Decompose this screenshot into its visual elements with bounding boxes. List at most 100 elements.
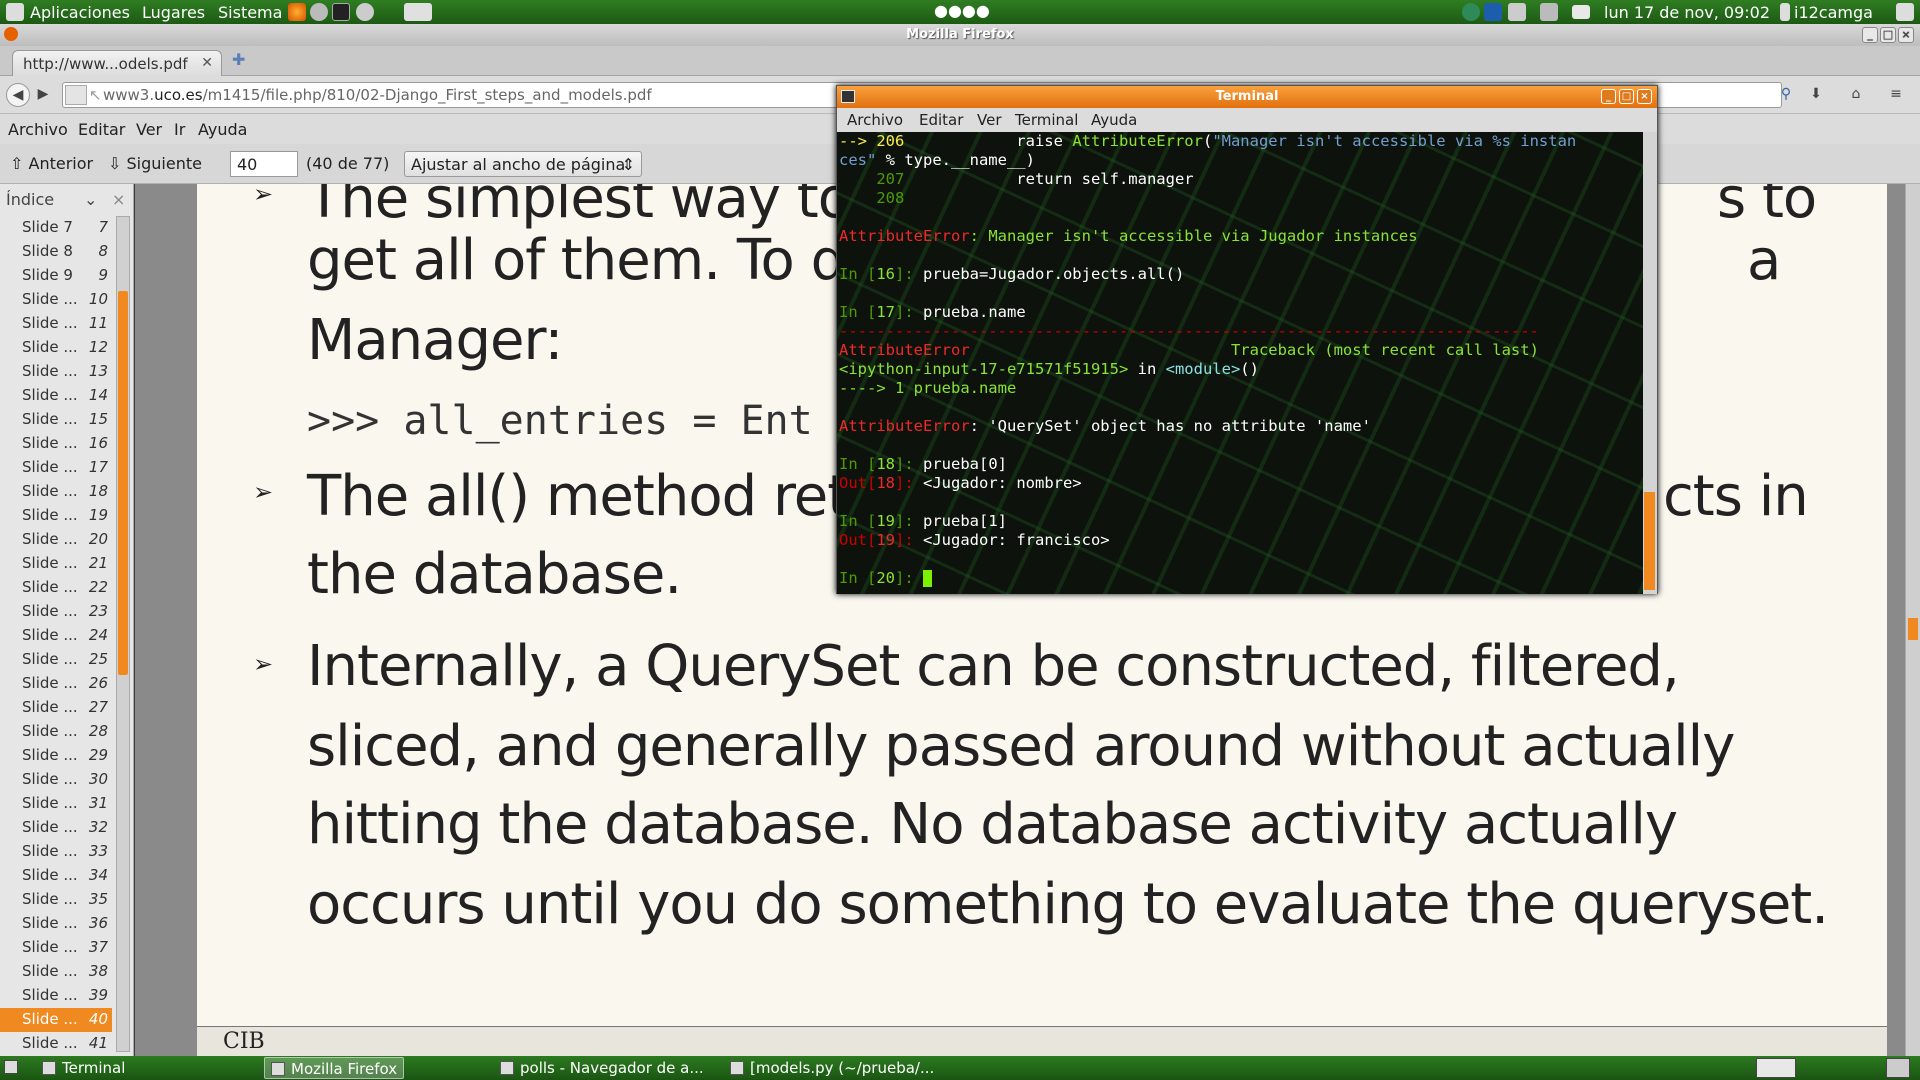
outline-item[interactable]: Slide ... 13	[0, 360, 112, 384]
outline-item[interactable]: Slide ... 31	[0, 792, 112, 816]
taskbar-item[interactable]: [models.py (~/prueba/...	[724, 1057, 940, 1079]
term-menu-ayuda[interactable]: Ayuda	[1091, 111, 1137, 129]
outline-item[interactable]: Slide ... 10	[0, 288, 112, 312]
terminal-scrollbar[interactable]	[1643, 132, 1657, 594]
outline-item[interactable]: Slide ... 38	[0, 960, 112, 984]
close-icon[interactable]: ×	[1898, 27, 1914, 43]
term-menu-ver[interactable]: Ver	[977, 111, 1002, 129]
outline-item[interactable]: Slide ... 32	[0, 816, 112, 840]
outline-item[interactable]: Slide ... 14	[0, 384, 112, 408]
terminal-minimize-icon[interactable]: _	[1601, 89, 1616, 104]
outline-item[interactable]: Slide ... 25	[0, 648, 112, 672]
outline-item[interactable]: Slide ... 19	[0, 504, 112, 528]
outline-item[interactable]: Slide ... 36	[0, 912, 112, 936]
sidebar-close-icon[interactable]: ×	[112, 190, 125, 209]
forward-icon[interactable]: ▶	[34, 83, 52, 107]
outline-item[interactable]: Slide ... 24	[0, 624, 112, 648]
prev-page-button[interactable]: ⇧ Anterior	[10, 154, 93, 173]
outline-item[interactable]: Slide ... 28	[0, 720, 112, 744]
outline-item[interactable]: Slide ... 22	[0, 576, 112, 600]
terminal-scroll-thumb[interactable]	[1644, 492, 1655, 590]
outline-item[interactable]: Slide 9 9	[0, 264, 112, 288]
outline-item[interactable]: Slide ... 33	[0, 840, 112, 864]
sidebar-header[interactable]: Índice ⌄ ×	[0, 184, 134, 214]
taskbar-item[interactable]: polls - Navegador de a...	[494, 1057, 710, 1079]
outline-item[interactable]: Slide ... 40	[0, 1008, 112, 1032]
outline-item[interactable]: Slide ... 15	[0, 408, 112, 432]
minimize-icon[interactable]: _	[1862, 27, 1878, 43]
sidebar-scroll-thumb[interactable]	[118, 291, 128, 675]
download-icon[interactable]: ⬇	[1804, 83, 1828, 107]
battery-tray-icon[interactable]	[1508, 3, 1526, 21]
page-scrollbar[interactable]	[1905, 184, 1920, 1056]
screenshot-launcher-icon[interactable]	[404, 3, 432, 21]
terminal-screen[interactable]: --> 206 raise AttributeError("Manager is…	[837, 132, 1643, 594]
outline-item[interactable]: Slide 8 8	[0, 240, 112, 264]
menu-ayuda[interactable]: Ayuda	[198, 120, 247, 139]
outline-item[interactable]: Slide ... 27	[0, 696, 112, 720]
outline-item[interactable]: Slide ... 29	[0, 744, 112, 768]
taskbar-item[interactable]: Terminal	[36, 1057, 131, 1079]
site-identity-icon[interactable]	[65, 85, 87, 105]
maximize-icon[interactable]: □	[1880, 27, 1896, 43]
terminal-close-icon[interactable]: ×	[1637, 89, 1652, 104]
mail-tray-icon[interactable]	[1572, 5, 1590, 19]
outline-item[interactable]: Slide ... 12	[0, 336, 112, 360]
menu-icon[interactable]: ≡	[1884, 83, 1908, 107]
outline-item[interactable]: Slide ... 17	[0, 456, 112, 480]
page-scroll-thumb[interactable]	[1908, 618, 1918, 640]
zoom-select[interactable]: Ajustar al ancho de página ⇕	[404, 151, 642, 177]
power-icon[interactable]	[1896, 3, 1914, 21]
menu-sistema[interactable]: Sistema	[218, 3, 282, 22]
user-name[interactable]: i12camga	[1794, 3, 1873, 22]
outline-item[interactable]: Slide ... 30	[0, 768, 112, 792]
hp-tray-icon[interactable]	[1484, 3, 1502, 21]
outline-item[interactable]: Slide ... 34	[0, 864, 112, 888]
terminal-launcher-icon[interactable]	[332, 3, 350, 21]
menu-ir[interactable]: Ir	[174, 120, 185, 139]
next-page-button[interactable]: ⇩ Siguiente	[108, 154, 202, 173]
tab-pdf[interactable]: http://www...odels.pdf ✕	[12, 50, 222, 76]
terminal-titlebar[interactable]: Terminal _ □ ×	[837, 86, 1657, 108]
firefox-launcher-icon[interactable]	[288, 3, 306, 21]
term-menu-terminal[interactable]: Terminal	[1015, 111, 1078, 129]
outline-item[interactable]: Slide ... 26	[0, 672, 112, 696]
menu-aplicaciones[interactable]: Aplicaciones	[30, 3, 130, 22]
home-icon[interactable]: ⌂	[1844, 83, 1868, 107]
outline-item[interactable]: Slide ... 11	[0, 312, 112, 336]
menu-archivo[interactable]: Archivo	[8, 120, 68, 139]
help-launcher-icon[interactable]	[310, 3, 328, 21]
sidebar-scrollbar[interactable]	[116, 216, 130, 1052]
outline-item[interactable]: Slide ... 21	[0, 552, 112, 576]
outline-item[interactable]: Slide ... 16	[0, 432, 112, 456]
outline-item[interactable]: Slide ... 37	[0, 936, 112, 960]
chevron-down-icon[interactable]: ⌄	[84, 190, 97, 209]
menu-ver[interactable]: Ver	[136, 120, 162, 139]
workspace-switcher-icon[interactable]	[1756, 1058, 1796, 1078]
taskbar-item[interactable]: Mozilla Firefox	[264, 1057, 405, 1079]
outline-item[interactable]: Slide ... 39	[0, 984, 112, 1008]
network-launcher-icon[interactable]	[356, 3, 374, 21]
outline-item[interactable]: Slide 7 7	[0, 216, 112, 240]
trash-icon[interactable]	[1886, 1058, 1910, 1078]
clock[interactable]: lun 17 de nov, 09:02	[1604, 3, 1770, 22]
outline-item[interactable]: Slide ... 23	[0, 600, 112, 624]
back-icon[interactable]: ◀	[6, 83, 30, 107]
menu-editar[interactable]: Editar	[78, 120, 125, 139]
menu-lugares[interactable]: Lugares	[142, 3, 205, 22]
tab-close-icon[interactable]: ✕	[201, 55, 213, 71]
info-tray-icon[interactable]	[1462, 3, 1480, 21]
search-icon[interactable]: ⚲	[1774, 83, 1798, 107]
outline-item[interactable]: Slide ... 18	[0, 480, 112, 504]
volume-tray-icon[interactable]	[1540, 3, 1558, 21]
terminal-maximize-icon[interactable]: □	[1619, 89, 1634, 104]
app-menu-icon[interactable]	[6, 3, 24, 21]
term-menu-archivo[interactable]: Archivo	[847, 111, 903, 129]
show-desktop-icon[interactable]	[4, 1060, 18, 1074]
outline-item[interactable]: Slide ... 41	[0, 1032, 112, 1056]
new-tab-icon[interactable]: ✚	[232, 50, 245, 69]
term-menu-editar[interactable]: Editar	[919, 111, 963, 129]
outline-item[interactable]: Slide ... 20	[0, 528, 112, 552]
page-number-input[interactable]: 40	[230, 151, 298, 177]
outline-item[interactable]: Slide ... 35	[0, 888, 112, 912]
